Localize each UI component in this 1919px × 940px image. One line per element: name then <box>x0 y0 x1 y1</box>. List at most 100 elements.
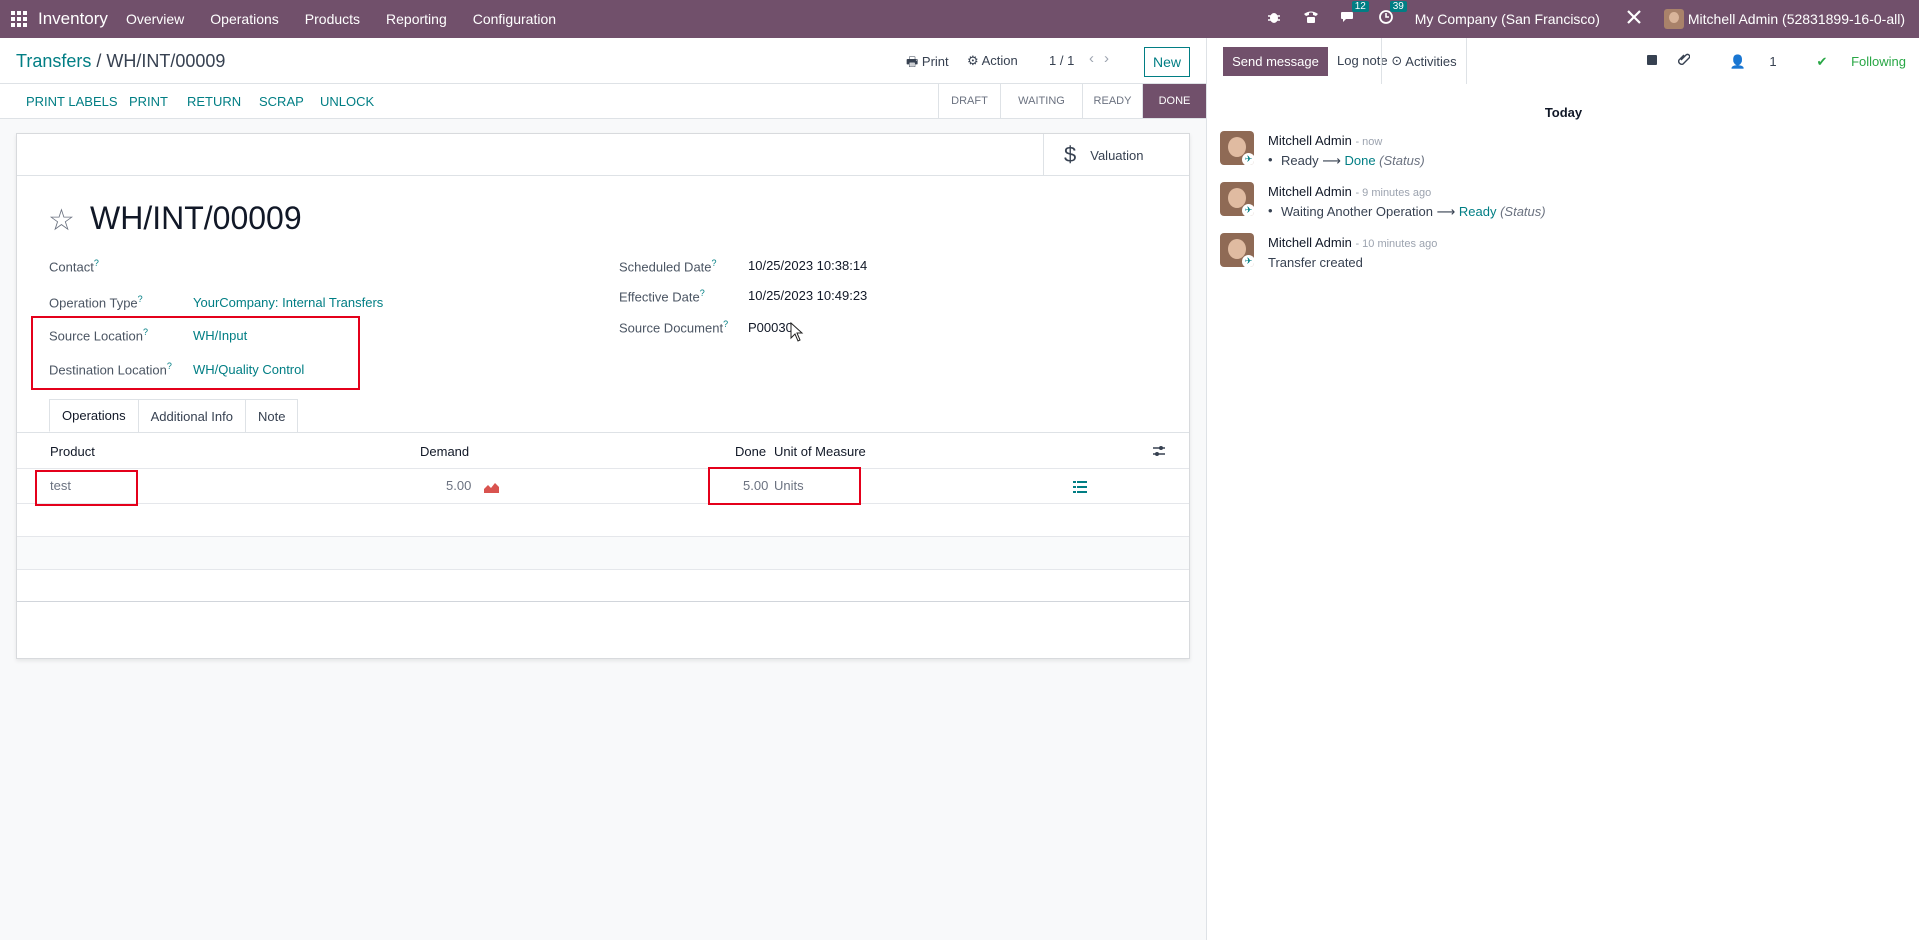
unlock-button[interactable]: UNLOCK <box>320 94 374 109</box>
company-switcher[interactable]: My Company (San Francisco) <box>1415 11 1600 27</box>
breadcrumb: Transfers / WH/INT/00009 <box>16 51 225 72</box>
following-button[interactable]: ✔ Following <box>1797 54 1906 70</box>
source-document-label: Source Document? <box>619 319 729 336</box>
chatter-topbar: Send message Log note ⊙ Activities 👤 1 ✔… <box>1207 38 1919 84</box>
tools-icon[interactable] <box>1626 9 1642 29</box>
message-time: - 9 minutes ago <box>1355 187 1432 199</box>
scheduled-date-label: Scheduled Date? <box>619 258 717 275</box>
book-icon[interactable] <box>1646 54 1658 69</box>
valuation-smart-button[interactable]: $ Valuation <box>1043 134 1189 176</box>
return-button[interactable]: RETURN <box>187 94 241 109</box>
source-document-field[interactable]: P00030 <box>748 320 793 335</box>
app-menu-icon[interactable] <box>0 0 38 38</box>
favorite-star-icon[interactable]: ☆ <box>48 203 75 238</box>
forecast-chart-icon[interactable] <box>484 481 499 496</box>
notebook-tabs: Operations Additional Info Note <box>49 399 299 432</box>
help-tooltip-icon[interactable]: ? <box>723 319 728 329</box>
pager-value[interactable]: 1 / 1 <box>1049 53 1074 68</box>
user-icon: 👤 <box>1729 53 1746 69</box>
print-menu-button[interactable]: 🖶 Print <box>906 53 949 75</box>
action-menu-button[interactable]: ⚙ Action <box>967 53 1018 69</box>
activities-clock-icon[interactable]: 39 <box>1378 1 1407 28</box>
help-tooltip-icon[interactable]: ? <box>138 294 143 304</box>
tab-operations[interactable]: Operations <box>49 399 139 432</box>
bullet-icon: • <box>1268 203 1273 218</box>
menu-operations[interactable]: Operations <box>210 11 278 27</box>
top-navbar: Inventory Overview Operations Products R… <box>0 0 1919 38</box>
arrow-right-icon: ⟶ <box>1322 153 1341 168</box>
new-button[interactable]: New <box>1144 47 1190 77</box>
action-label: Action <box>981 53 1018 68</box>
effective-date-label: Effective Date? <box>619 288 705 305</box>
arrow-right-icon: ⟶ <box>1436 204 1456 219</box>
mouse-cursor-icon <box>790 322 804 342</box>
app-name[interactable]: Inventory <box>38 9 108 29</box>
scheduled-date-field[interactable]: 10/25/2023 10:38:14 <box>748 258 867 273</box>
pager-previous-icon[interactable]: ‹ <box>1089 50 1104 67</box>
print-icon: 🖶 <box>906 54 919 69</box>
stage-waiting[interactable]: WAITING <box>1000 84 1082 118</box>
breadcrumb-separator: / <box>96 51 102 71</box>
help-tooltip-icon[interactable]: ? <box>712 258 717 268</box>
author-avatar[interactable] <box>1220 182 1254 216</box>
print-label: Print <box>921 54 949 69</box>
menu-products[interactable]: Products <box>305 11 360 27</box>
activities-label: Activities <box>1405 53 1457 69</box>
menu-reporting[interactable]: Reporting <box>386 11 447 27</box>
stage-draft[interactable]: DRAFT <box>938 84 1000 118</box>
message-author: Mitchell Admin - 9 minutes ago <box>1268 184 1432 199</box>
stage-ready[interactable]: READY <box>1082 84 1142 118</box>
debug-bug-icon[interactable] <box>1267 10 1281 28</box>
followers-count: 1 <box>1769 53 1777 69</box>
author-avatar[interactable] <box>1220 131 1254 165</box>
message-author: Mitchell Admin - now <box>1268 133 1383 148</box>
chatter-panel: Send message Log note ⊙ Activities 👤 1 ✔… <box>1206 38 1919 940</box>
help-tooltip-icon[interactable]: ? <box>94 258 99 268</box>
send-message-button[interactable]: Send message <box>1223 47 1328 76</box>
print-button[interactable]: PRINT <box>129 94 168 109</box>
followers-button[interactable]: 👤 1 <box>1710 54 1777 70</box>
operation-type-field[interactable]: YourCompany: Internal Transfers <box>193 295 383 310</box>
author-avatar[interactable] <box>1220 233 1254 267</box>
print-labels-button[interactable]: PRINT LABELS <box>26 94 118 109</box>
tracking-value: Ready ⟶ Done (Status) <box>1281 153 1425 168</box>
message-time: - now <box>1355 136 1383 148</box>
highlight-box-locations <box>31 316 360 390</box>
pager-next-icon[interactable]: › <box>1104 50 1119 67</box>
following-label: Following <box>1851 53 1906 69</box>
row-divider <box>17 601 1189 602</box>
help-tooltip-icon[interactable]: ? <box>700 288 705 298</box>
column-header-uom[interactable]: Unit of Measure <box>774 444 866 459</box>
tab-note[interactable]: Note <box>245 399 299 432</box>
cell-demand: 5.00 <box>446 478 472 493</box>
detailed-operations-list-icon[interactable] <box>1073 481 1087 496</box>
user-name: Mitchell Admin (52831899-16-0-all) <box>1687 11 1905 27</box>
menu-configuration[interactable]: Configuration <box>473 11 556 27</box>
column-header-demand[interactable]: Demand <box>420 444 469 459</box>
clock-icon: ⊙ <box>1391 53 1403 68</box>
activities-button[interactable]: ⊙ Activities <box>1381 38 1467 84</box>
paperclip-icon[interactable] <box>1677 53 1690 70</box>
menu-overview[interactable]: Overview <box>126 11 184 27</box>
chatter-icons: 👤 1 ✔ Following <box>1626 53 1906 70</box>
stage-done[interactable]: DONE <box>1142 84 1206 118</box>
activities-count-badge: 39 <box>1389 1 1407 12</box>
optional-columns-toggle-icon[interactable] <box>1152 444 1166 461</box>
header-divider <box>17 468 1189 469</box>
messages-icon[interactable]: 12 <box>1340 1 1369 28</box>
column-header-done[interactable]: Done <box>735 444 766 459</box>
highlight-box-done-quantity <box>708 467 861 505</box>
scrap-button[interactable]: SCRAP <box>259 94 304 109</box>
status-bar: PRINT LABELS PRINT RETURN SCRAP UNLOCK D… <box>0 84 1206 119</box>
user-menu[interactable]: Mitchell Admin (52831899-16-0-all) <box>1663 9 1905 29</box>
phone-icon[interactable] <box>1303 10 1319 28</box>
row-divider <box>17 536 1189 537</box>
contact-label: Contact? <box>49 258 99 275</box>
tab-additional-info[interactable]: Additional Info <box>137 399 246 432</box>
message-time: - 10 minutes ago <box>1355 238 1438 250</box>
tracking-value: Waiting Another Operation ⟶ Ready (Statu… <box>1281 204 1546 219</box>
message-body: Transfer created <box>1268 255 1363 270</box>
pager-arrows: ‹› <box>1089 50 1119 67</box>
breadcrumb-transfers[interactable]: Transfers <box>16 51 91 71</box>
column-header-product[interactable]: Product <box>50 444 95 459</box>
